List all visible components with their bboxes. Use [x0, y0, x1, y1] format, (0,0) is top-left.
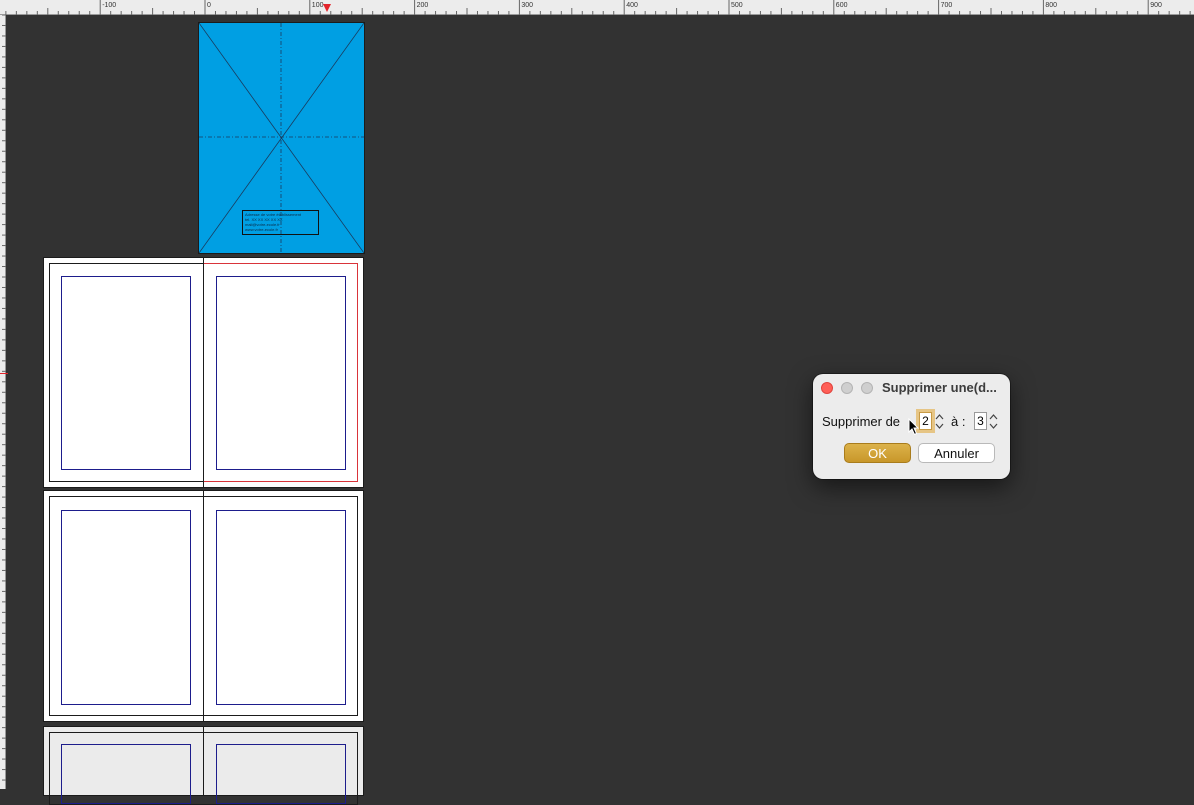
- close-window-button[interactable]: [821, 382, 833, 394]
- dialog-title: Supprimer une(d...: [882, 380, 997, 395]
- left-page-margin-guides: [61, 276, 191, 470]
- delete-to-stepper[interactable]: [988, 412, 999, 431]
- delete-from-stepper[interactable]: [934, 412, 945, 431]
- right-page-margin-guides: [216, 276, 346, 470]
- cover-text-line: www.votre-ecole.fr: [245, 227, 278, 232]
- ruler-label: 0: [207, 2, 211, 9]
- page-spread-3[interactable]: [43, 726, 364, 805]
- chevron-up-icon: [935, 414, 944, 420]
- ruler-label: 600: [836, 2, 848, 9]
- horizontal-ruler[interactable]: -100 0 100 200 300 400 500 600 700 800 900: [0, 0, 1194, 15]
- zoom-window-button[interactable]: [861, 382, 873, 394]
- cancel-button[interactable]: Annuler: [918, 443, 995, 463]
- chevron-up-icon: [989, 414, 998, 420]
- ok-button[interactable]: OK: [844, 443, 911, 463]
- ruler-position-marker: [323, 4, 331, 12]
- delete-from-label: Supprimer de: [822, 414, 901, 429]
- delete-from-field[interactable]: 2: [916, 409, 935, 433]
- chevron-down-icon: [935, 423, 944, 429]
- ruler-label: 200: [417, 2, 429, 9]
- page-spread-2[interactable]: [43, 490, 364, 722]
- ruler-label: 500: [731, 2, 743, 9]
- ruler-label: 700: [941, 2, 953, 9]
- vertical-ruler[interactable]: [0, 15, 6, 789]
- ruler-label: -100: [102, 2, 116, 9]
- spread-gutter: [203, 727, 204, 795]
- delete-to-label: à :: [951, 414, 966, 429]
- ruler-label: 400: [626, 2, 638, 9]
- spread-gutter: [203, 258, 204, 487]
- cover-text-frame[interactable]: Adresse de votre établissement tel. XX X…: [242, 210, 319, 235]
- left-page-margin-guides: [61, 744, 191, 804]
- ruler-label: 300: [521, 2, 533, 9]
- mouse-pointer-icon: [908, 418, 920, 436]
- left-page-margin-guides: [61, 510, 191, 705]
- right-page-margin-guides: [216, 510, 346, 705]
- spread-gutter: [203, 491, 204, 721]
- ruler-label: 800: [1045, 2, 1057, 9]
- chevron-down-icon: [989, 423, 998, 429]
- delete-to-field[interactable]: 3: [974, 412, 987, 430]
- page-spread-1[interactable]: [43, 257, 364, 488]
- vertical-ruler-position-marker: [0, 373, 8, 374]
- minimize-window-button[interactable]: [841, 382, 853, 394]
- cover-page[interactable]: Adresse de votre établissement tel. XX X…: [198, 22, 365, 254]
- right-page-margin-guides: [216, 744, 346, 804]
- ruler-label: 900: [1150, 2, 1162, 9]
- horizontal-ruler-ticks: -100 0 100 200 300 400 500 600 700 800 900: [5, 0, 1191, 15]
- vertical-ruler-ticks: [2, 15, 6, 781]
- ruler-label: 100: [312, 2, 324, 9]
